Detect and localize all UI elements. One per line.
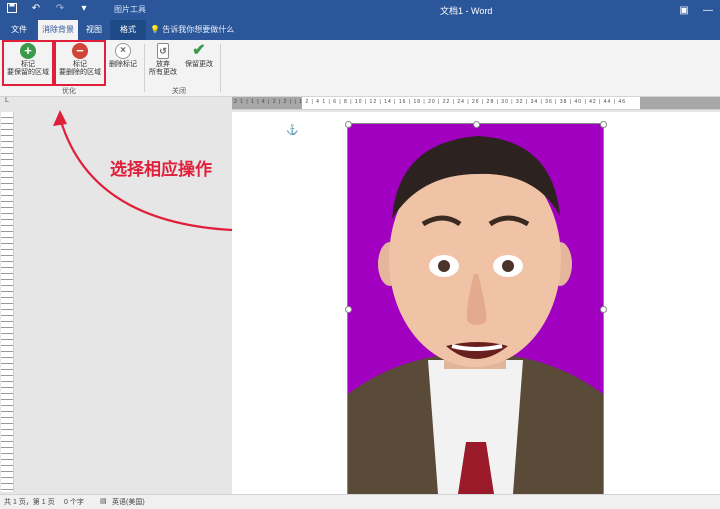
proofing-icon[interactable]: ▤ [100,497,107,505]
status-words[interactable]: 0 个字 [64,497,84,507]
status-pages[interactable]: 共 1 页，第 1 页 [4,497,55,507]
watermark-logo: 值 什么值得买 [632,465,714,480]
status-language[interactable]: 英语(美国) [112,497,145,507]
status-bar: 共 1 页，第 1 页 0 个字 ▤ 英语(美国) [0,494,720,509]
annotation-text: 选择相应操作 [110,160,212,179]
annotation-arrow [53,110,233,232]
